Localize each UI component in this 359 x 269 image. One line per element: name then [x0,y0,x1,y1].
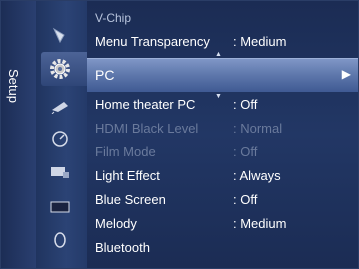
setup-menu-list: V-Chip Menu Transparency : Medium ▲ PC ▶… [87,1,358,268]
picture-icon[interactable] [48,25,72,45]
menu-item-label: Bluetooth [95,240,150,255]
menu-item-melody[interactable]: Melody : Medium [87,213,358,235]
menu-item-label: V-Chip [95,11,132,25]
side-tab: Setup [1,1,36,268]
menu-item-v-chip[interactable]: V-Chip [87,7,358,29]
menu-item-label: Melody [95,216,137,231]
menu-item-value: : Off [233,192,258,207]
side-tab-label: Setup [6,69,21,103]
menu-item-value: : Off [233,144,258,159]
tv-menu-window: Setup V-Chip Menu Transparency: Medium … [0,0,359,269]
menu-item-light-effect[interactable]: Light Effect : Always [87,165,358,187]
menu-item-bluetooth[interactable]: Bluetooth [87,237,358,259]
submenu-arrow-icon: ▶ [341,67,351,81]
menu-item-value: : Medium [233,216,287,231]
menu-item-label: Menu Transparency [95,34,210,49]
screen-icon[interactable] [48,197,72,217]
menu-item-value: : Off [233,97,258,112]
speaker-icon[interactable] [48,230,72,250]
menu-item-value: : Always [233,168,281,183]
menu-item-value: : Normal [233,121,283,136]
menu-item-hdmi-black-level: HDMI Black Level : Normal [87,118,358,140]
menu-item-label: Home theater PC [95,97,196,112]
timer-clock-icon[interactable] [48,129,72,149]
menu-item-home-theater-pc[interactable]: Home theater PC : Off [87,94,358,116]
setup-gear-icon[interactable] [48,59,72,79]
menu-item-label: HDMI Black Level [95,121,199,136]
category-icon-column [36,1,87,268]
menu-item-label: Blue Screen [95,192,166,207]
channel-satellite-icon[interactable] [48,97,72,117]
input-source-icon[interactable] [48,162,72,182]
menu-item-label: PC [95,67,115,83]
menu-item-label: Film Mode [95,144,156,159]
menu-item-label: Light Effect [95,168,160,183]
menu-item-film-mode: Film Mode : Off [87,141,358,163]
scroll-up-indicator[interactable]: ▲ [215,51,222,58]
menu-item-value: : Medium [233,34,287,49]
menu-item-blue-screen[interactable]: Blue Screen : Off [87,189,358,211]
menu-item-menu-transparency[interactable]: Menu Transparency : Medium [87,31,358,53]
menu-item-pc-selected[interactable]: PC ▶ [87,58,358,92]
